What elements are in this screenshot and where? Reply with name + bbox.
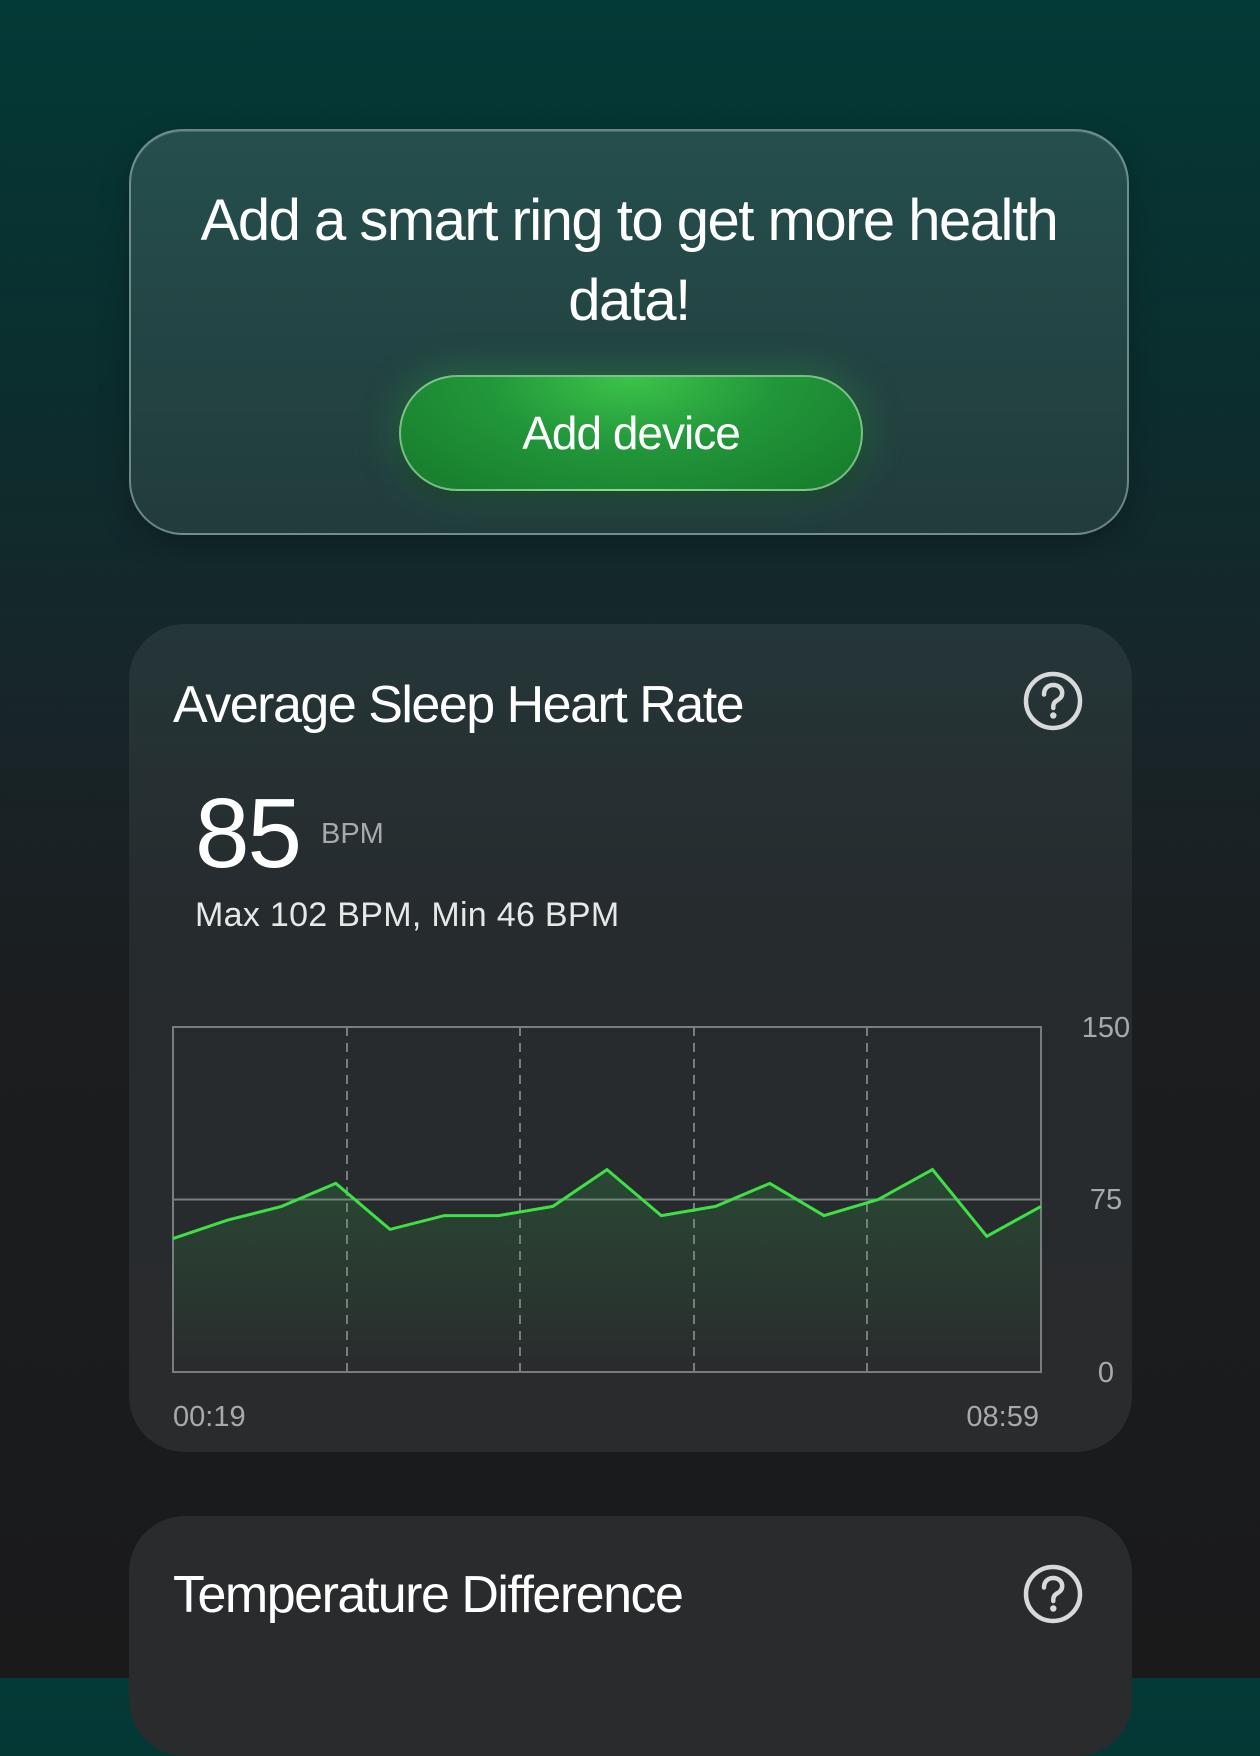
- promo-message: Add a smart ring to get more health data…: [200, 188, 1059, 333]
- card-title: Average Sleep Heart Rate: [173, 676, 745, 734]
- heart-rate-unit: BPM: [321, 818, 384, 850]
- series-area: [173, 1169, 1041, 1372]
- average-heart-rate-value: 85: [195, 778, 302, 888]
- add-ring-promo-card: Add a smart ring to get more health data…: [129, 129, 1129, 535]
- sleep-heart-rate-card: Average Sleep Heart Rate 85 BPM Max 102 …: [129, 624, 1132, 1452]
- heart-rate-chart: 150 75 0 00:19 08:59: [172, 1012, 1130, 1433]
- card-title: Temperature Difference: [173, 1566, 684, 1624]
- y-tick-label: 150: [1082, 1012, 1130, 1044]
- question-circle-icon[interactable]: [1023, 1564, 1083, 1624]
- x-tick-label-start: 00:19: [173, 1401, 246, 1433]
- heart-rate-range: Max 102 BPM, Min 46 BPM: [195, 896, 620, 934]
- temperature-difference-card: Temperature Difference: [129, 1516, 1132, 1756]
- question-circle-icon[interactable]: [1023, 671, 1083, 731]
- y-tick-label: 75: [1090, 1184, 1122, 1216]
- add-device-button[interactable]: Add device: [399, 375, 863, 491]
- y-tick-label: 0: [1098, 1357, 1114, 1389]
- x-tick-label-end: 08:59: [966, 1401, 1039, 1433]
